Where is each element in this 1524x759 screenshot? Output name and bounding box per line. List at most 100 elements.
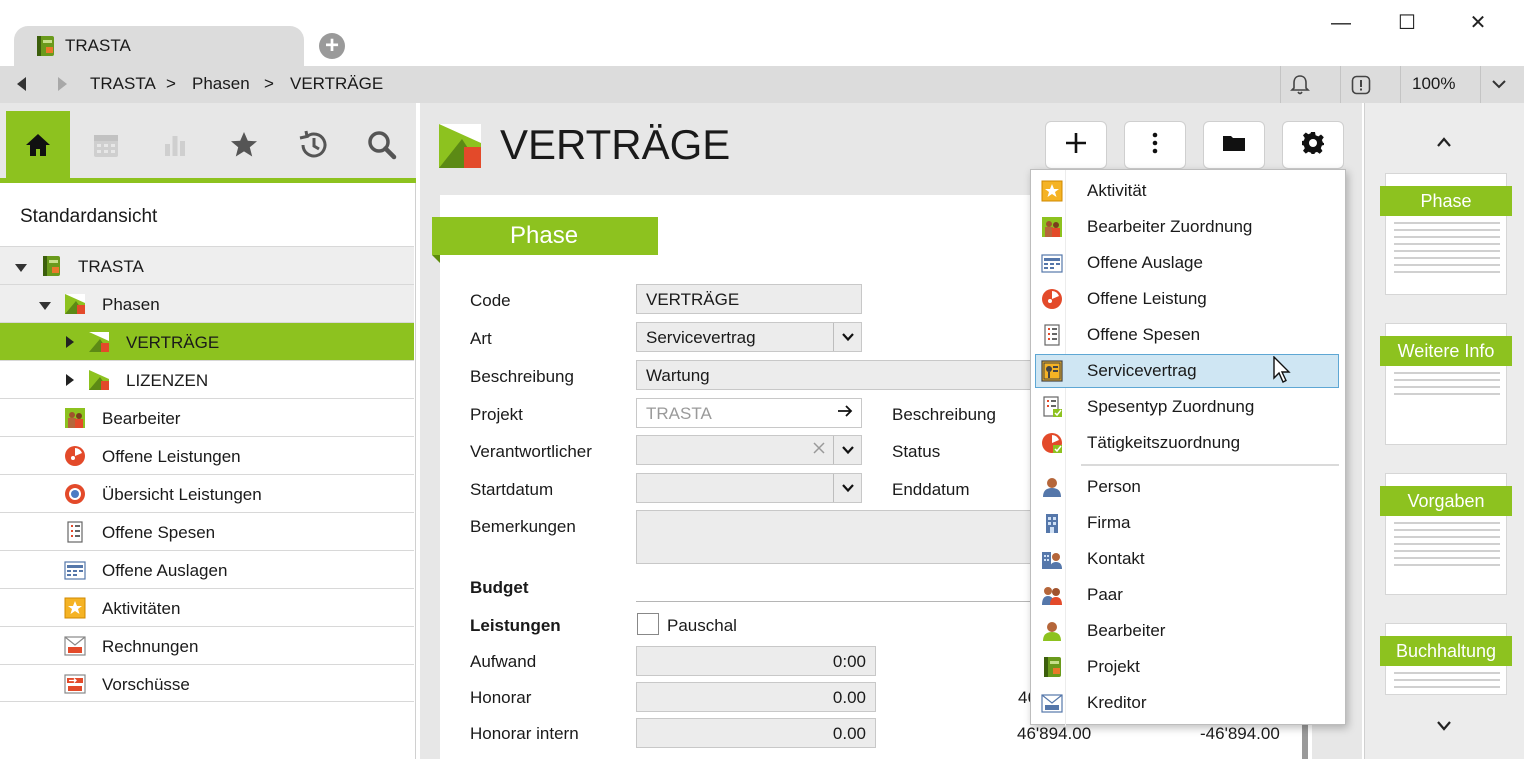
aufwand-field[interactable]: 0:00 [636, 646, 876, 676]
scroll-up-icon[interactable] [1435, 131, 1453, 154]
menu-item-offene-spesen[interactable]: Offene Spesen [1035, 318, 1339, 352]
tab-search[interactable] [350, 111, 414, 183]
thumbnail-preview [1394, 372, 1500, 400]
tree-item-vorschuesse[interactable]: Vorschüsse [0, 664, 414, 702]
view-title[interactable]: Standardansicht [20, 206, 157, 228]
tree-item-vertraege[interactable]: VERTRÄGE [0, 322, 414, 360]
bell-icon[interactable] [1290, 74, 1310, 101]
minimize-button[interactable]: — [1326, 10, 1356, 36]
tree-item-label: VERTRÄGE [126, 333, 220, 352]
new-tab-button[interactable]: + [319, 33, 345, 59]
startdatum-field[interactable] [636, 473, 862, 503]
thumbnail-phase[interactable]: Phase [1380, 173, 1512, 295]
thumbnail-preview [1394, 522, 1500, 571]
phase-icon [88, 369, 110, 391]
folder-button[interactable] [1203, 121, 1265, 169]
tree-item-offene-leistungen[interactable]: Offene Leistungen [0, 436, 414, 474]
expenses-icon [64, 559, 86, 581]
section-banner: Phase [432, 217, 658, 255]
enddatum-label: Enddatum [892, 480, 970, 499]
browser-tab[interactable]: TRASTA [14, 26, 304, 66]
arrow-right-icon[interactable] [837, 404, 853, 423]
menu-item-kontakt[interactable]: Kontakt [1035, 542, 1339, 576]
zoom-level[interactable]: 100% [1412, 74, 1455, 94]
menu-item-firma[interactable]: Firma [1035, 506, 1339, 540]
expand-arrow-icon[interactable] [14, 259, 28, 279]
forward-arrow-icon[interactable] [52, 74, 72, 99]
status-label: Status [892, 442, 941, 461]
menu-item-label: Person [1087, 477, 1141, 496]
pie-chart-icon [64, 445, 86, 467]
tab-calendar[interactable] [74, 111, 138, 183]
maximize-button[interactable]: ☐ [1392, 10, 1422, 36]
menu-item-bearbeiter-zuordnung[interactable]: Bearbeiter Zuordnung [1035, 210, 1339, 244]
tab-history[interactable] [281, 111, 345, 183]
receipt-icon [64, 521, 86, 543]
verantwortlicher-select[interactable] [636, 435, 862, 465]
breadcrumb-item[interactable]: Phasen [192, 74, 250, 94]
bemerkungen-field[interactable] [636, 510, 1036, 564]
pauschal-checkbox[interactable] [637, 613, 659, 635]
calendar-icon [91, 130, 121, 165]
invoice-icon [64, 635, 86, 657]
tree-item-rechnungen[interactable]: Rechnungen [0, 626, 414, 664]
search-icon [366, 129, 398, 166]
tree-item-offene-spesen[interactable]: Offene Spesen [0, 512, 414, 550]
collapse-arrow-icon[interactable] [64, 372, 76, 392]
menu-item-bearbeiter[interactable]: Bearbeiter [1035, 614, 1339, 648]
honorar-field[interactable]: 0.00 [636, 682, 876, 712]
divider [1480, 66, 1481, 103]
chevron-down-icon[interactable] [1490, 76, 1508, 97]
tree-item-aktivitaeten[interactable]: Aktivitäten [0, 588, 414, 626]
tree-item-trasta[interactable]: TRASTA [0, 246, 414, 284]
menu-item-paar[interactable]: Paar [1035, 578, 1339, 612]
menu-item-person[interactable]: Person [1035, 470, 1339, 504]
tab-home[interactable] [6, 111, 70, 183]
close-button[interactable]: ✕ [1463, 10, 1493, 36]
art-select[interactable]: Servicevertrag [636, 322, 862, 352]
scroll-down-icon[interactable] [1435, 715, 1453, 738]
menu-item-aktivitaet[interactable]: Aktivität [1035, 174, 1339, 208]
thumbnail-vorgaben[interactable]: Vorgaben [1380, 473, 1512, 595]
settings-button[interactable] [1282, 121, 1344, 169]
menu-item-offene-auslage[interactable]: Offene Auslage [1035, 246, 1339, 280]
tree-item-uebersicht-leistungen[interactable]: Übersicht Leistungen [0, 474, 414, 512]
thumbnail-weitere-info[interactable]: Weitere Info [1380, 323, 1512, 445]
code-field[interactable]: VERTRÄGE [636, 284, 862, 314]
project-icon [34, 35, 56, 62]
menu-item-kreditor[interactable]: Kreditor [1035, 686, 1339, 720]
beschreibung-field[interactable]: Wartung [636, 360, 1036, 390]
tab-statistics[interactable] [143, 111, 207, 183]
menu-item-taetigkeitszuordnung[interactable]: Tätigkeitszuordnung [1035, 426, 1339, 460]
project-icon [1041, 656, 1063, 678]
chevron-down-icon[interactable] [833, 474, 861, 502]
title-bar: TRASTA + — ☐ ✕ [0, 0, 1524, 66]
add-button[interactable] [1045, 121, 1107, 169]
tree-item-offene-auslagen[interactable]: Offene Auslagen [0, 550, 414, 588]
back-arrow-icon[interactable] [12, 74, 32, 99]
breadcrumb-item[interactable]: TRASTA [90, 74, 156, 94]
menu-item-servicevertrag[interactable]: Servicevertrag [1035, 354, 1339, 388]
menu-item-spesentyp-zuordnung[interactable]: Spesentyp Zuordnung [1035, 390, 1339, 424]
thumbnail-preview [1394, 672, 1500, 693]
breadcrumb-item[interactable]: VERTRÄGE [290, 74, 383, 94]
tree-item-lizenzen[interactable]: LIZENZEN [0, 360, 414, 398]
menu-item-offene-leistung[interactable]: Offene Leistung [1035, 282, 1339, 316]
thumbnail-buchhaltung[interactable]: Buchhaltung [1380, 623, 1512, 695]
chevron-down-icon[interactable] [833, 436, 861, 464]
expand-arrow-icon[interactable] [38, 297, 52, 317]
overview-icon [64, 483, 86, 505]
alert-icon[interactable] [1351, 75, 1371, 100]
more-options-button[interactable] [1124, 121, 1186, 169]
tree-item-bearbeiter[interactable]: Bearbeiter [0, 398, 414, 436]
clear-icon[interactable] [813, 441, 825, 459]
menu-item-projekt[interactable]: Projekt [1035, 650, 1339, 684]
navigation-bar: TRASTA > Phasen > VERTRÄGE 100% [0, 66, 1524, 103]
tab-favorites[interactable] [212, 111, 276, 183]
projekt-field[interactable]: TRASTA [636, 398, 862, 428]
menu-divider [1081, 464, 1339, 466]
honorar-intern-field[interactable]: 0.00 [636, 718, 876, 748]
chevron-down-icon[interactable] [833, 323, 861, 351]
tree-item-phasen[interactable]: Phasen [0, 284, 414, 322]
collapse-arrow-icon[interactable] [64, 334, 76, 354]
